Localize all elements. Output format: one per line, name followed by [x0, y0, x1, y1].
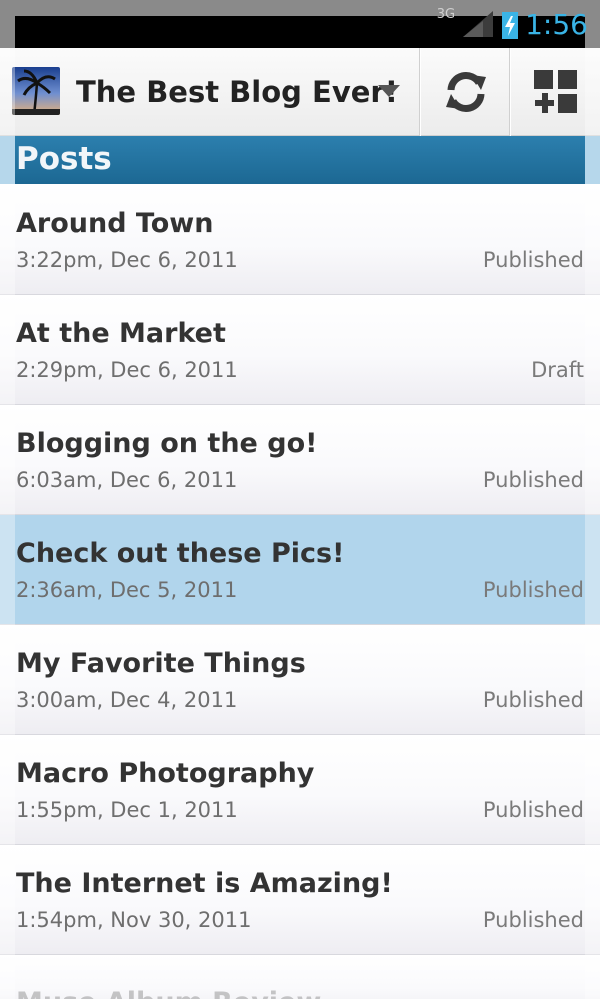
post-list-item[interactable]: The Internet is Amazing! 1:54pm, Nov 30,…: [0, 845, 600, 955]
refresh-button[interactable]: [422, 48, 510, 136]
blog-title[interactable]: The Best Blog Ever!: [76, 75, 398, 109]
post-date: 3:22pm, Dec 6, 2011: [16, 248, 238, 272]
post-date: 2:36am, Dec 5, 2011: [16, 578, 238, 602]
add-post-icon: [534, 70, 577, 113]
post-title: Macro Photography: [16, 758, 315, 789]
post-list-item[interactable]: At the Market 2:29pm, Dec 6, 2011 Draft: [0, 295, 600, 405]
post-list-item[interactable]: Around Town 3:22pm, Dec 6, 2011 Publishe…: [0, 185, 600, 295]
post-list-item[interactable]: Muse Album Review: [0, 955, 600, 999]
add-post-button[interactable]: [512, 48, 600, 136]
post-status: Published: [482, 578, 584, 602]
post-status: Draft: [531, 358, 584, 382]
signal-icon: [463, 11, 494, 37]
post-list-item[interactable]: My Favorite Things 3:00am, Dec 4, 2011 P…: [0, 625, 600, 735]
post-title: At the Market: [16, 318, 226, 349]
header-edge-right: [585, 136, 600, 184]
post-list: Around Town 3:22pm, Dec 6, 2011 Publishe…: [0, 185, 600, 999]
chevron-down-icon[interactable]: [376, 82, 402, 100]
post-title: The Internet is Amazing!: [16, 868, 393, 899]
post-date: 1:54pm, Nov 30, 2011: [16, 908, 252, 932]
post-status: Published: [482, 468, 584, 492]
action-divider: [419, 48, 421, 136]
post-list-item[interactable]: Macro Photography 1:55pm, Dec 1, 2011 Pu…: [0, 735, 600, 845]
post-title: Blogging on the go!: [16, 428, 318, 459]
post-status: Published: [482, 908, 584, 932]
action-divider: [509, 48, 511, 136]
palm-tree-icon[interactable]: [12, 67, 60, 115]
post-date: 2:29pm, Dec 6, 2011: [16, 358, 238, 382]
status-bar: 3G 1:56: [0, 0, 600, 48]
post-title: My Favorite Things: [16, 648, 306, 679]
post-list-item-selected[interactable]: Check out these Pics! 2:36am, Dec 5, 201…: [0, 515, 600, 625]
battery-charging-icon: [502, 9, 519, 39]
header-edge-left: [0, 136, 15, 184]
action-bar: The Best Blog Ever!: [0, 48, 600, 136]
posts-section-header: Posts: [0, 136, 600, 184]
post-status: Published: [482, 248, 584, 272]
status-clock: 1:56: [525, 7, 588, 41]
post-date: 6:03am, Dec 6, 2011: [16, 468, 238, 492]
post-date: 3:00am, Dec 4, 2011: [16, 688, 238, 712]
post-title: Muse Album Review: [16, 987, 321, 999]
post-status: Published: [482, 798, 584, 822]
network-type-label: 3G: [436, 6, 456, 22]
posts-section-title: Posts: [16, 141, 112, 177]
post-title: Around Town: [16, 208, 214, 239]
post-title: Check out these Pics!: [16, 538, 345, 569]
refresh-icon: [446, 71, 486, 113]
post-date: 1:55pm, Dec 1, 2011: [16, 798, 238, 822]
post-status: Published: [482, 688, 584, 712]
status-bar-right: 3G 1:56: [437, 4, 588, 44]
post-list-item[interactable]: Blogging on the go! 6:03am, Dec 6, 2011 …: [0, 405, 600, 515]
